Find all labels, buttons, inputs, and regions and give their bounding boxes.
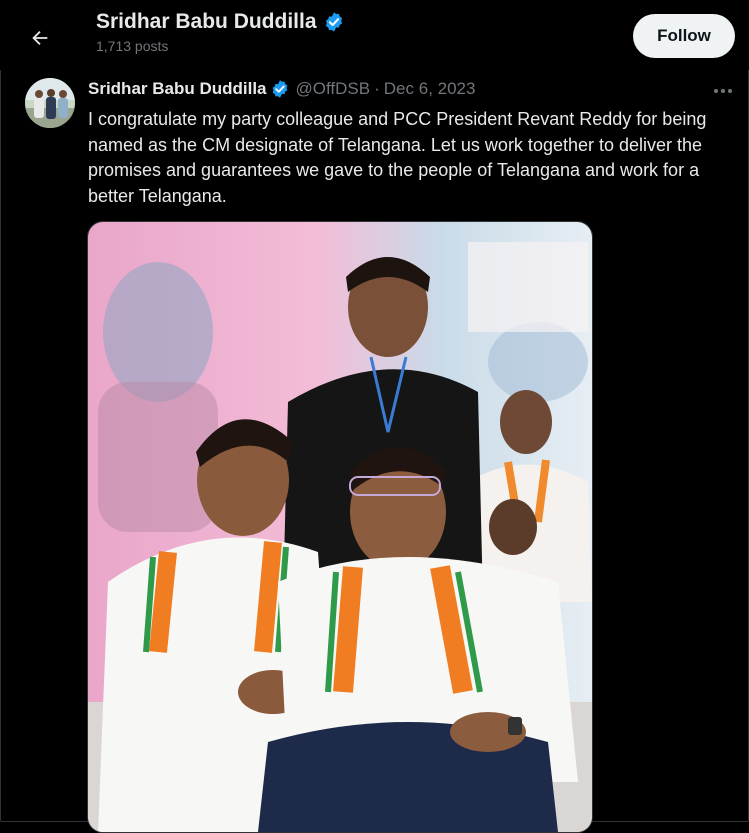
profile-header: Sridhar Babu Duddilla 1,713 posts Follow [0, 0, 749, 70]
back-button[interactable] [22, 20, 58, 56]
tweet-text: I congratulate my party colleague and PC… [88, 109, 707, 206]
verified-badge-icon [272, 80, 287, 98]
profile-name-text: Sridhar Babu Duddilla [96, 10, 317, 33]
tweet-date[interactable]: Dec 6, 2023 [384, 79, 476, 99]
profile-name: Sridhar Babu Duddilla [96, 10, 345, 34]
follow-button[interactable]: Follow [633, 14, 735, 58]
avatar[interactable] [25, 78, 75, 128]
meta-separator: · [374, 79, 380, 98]
more-button[interactable] [708, 78, 738, 104]
verified-badge-icon [325, 12, 342, 32]
tweet-photo[interactable] [87, 221, 593, 833]
tweet-author-name[interactable]: Sridhar Babu Duddilla [88, 79, 267, 99]
arrow-left-icon [32, 30, 48, 46]
more-horizontal-icon [714, 89, 732, 93]
tweet-handle[interactable]: @OffDSB [296, 79, 371, 99]
tweet-header: Sridhar Babu Duddilla @OffDSB · Dec 6, 2… [88, 79, 475, 99]
post-count: 1,713 posts [96, 38, 169, 54]
